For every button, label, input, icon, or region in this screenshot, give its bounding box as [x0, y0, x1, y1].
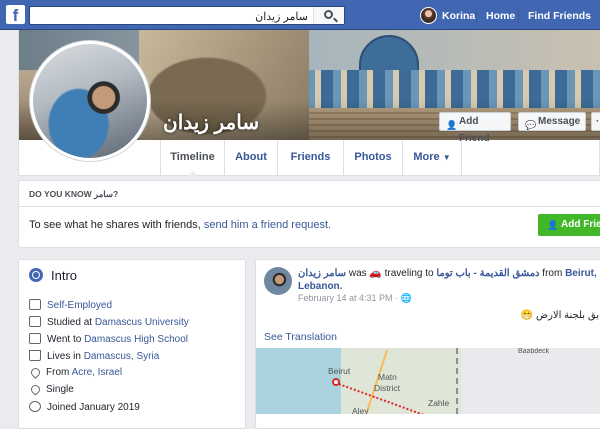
profile-header: سامر زيدان 👤Add Friend 💬Message ··· Time… [18, 30, 600, 177]
profile-picture[interactable] [29, 40, 151, 162]
messenger-icon: 💬 [525, 120, 537, 130]
travel-map[interactable]: Beirut Matn District Baabdeck Zahle Aley [256, 348, 600, 414]
map-label-aley: Aley [352, 406, 369, 414]
friend-request-prompt: To see what he shares with friends, send… [29, 219, 332, 231]
post-timestamp[interactable]: February 14 at 4:31 PM · 🌐 [298, 293, 412, 304]
clock-icon [29, 401, 41, 412]
tab-about[interactable]: About [224, 140, 277, 176]
post-author-avatar[interactable] [264, 267, 292, 295]
tab-photos[interactable]: Photos [343, 140, 402, 176]
do-you-know-card: DO YOU KNOW سامر? To see what he shares … [18, 180, 600, 248]
map-label-zahle: Zahle [428, 398, 450, 408]
map-label-district: District [374, 383, 400, 393]
tab-more[interactable]: More ▼ [402, 140, 462, 176]
post-author-link[interactable]: سامر زيدان [298, 268, 346, 279]
intro-current-city: Lives in Damascus, Syria [29, 350, 159, 362]
graduation-cap-icon [29, 333, 41, 344]
add-friend-green-button[interactable]: 👤Add Friend [538, 214, 600, 236]
map-label-baabdeck: Baabdeck [518, 348, 550, 355]
briefcase-icon [29, 299, 41, 310]
intro-joined: Joined January 2019 [29, 401, 140, 413]
top-navigation-bar: f سامر زيدان Korina Home Find Friends [0, 0, 600, 30]
intro-title: Intro [29, 268, 77, 283]
user-avatar[interactable] [420, 7, 437, 24]
map-marker-icon [332, 378, 340, 386]
intro-high-school: Went to Damascus High School [29, 333, 188, 345]
message-button[interactable]: 💬 Message [518, 112, 586, 131]
privacy-globe-icon: 🌐 [400, 293, 412, 303]
location-pin-icon [29, 366, 42, 379]
post-from-place-link[interactable]: دمشق القديمة - باب توما [436, 268, 539, 279]
facebook-logo-icon[interactable]: f [6, 5, 25, 24]
search-button[interactable] [313, 7, 344, 24]
search-query-text[interactable]: سامر زيدان [255, 10, 308, 23]
do-you-know-title: DO YOU KNOW سامر? [29, 189, 119, 199]
dropdown-arrow-icon: ▼ [442, 153, 451, 162]
house-icon [29, 350, 41, 361]
intro-university: Studied at Damascus University [29, 316, 189, 328]
search-icon [324, 10, 333, 19]
heart-icon [29, 383, 42, 396]
nav-divider [476, 7, 477, 23]
post-text: بق بلجنة الارض 😁 [520, 310, 599, 321]
profile-name: سامر زيدان [163, 112, 260, 134]
tab-timeline[interactable]: Timeline [160, 140, 224, 177]
globe-icon [29, 268, 43, 282]
home-link[interactable]: Home [486, 10, 515, 22]
car-icon: 🚗 [369, 268, 382, 279]
post-header: سامر زيدان was 🚗 traveling to دمشق القدي… [298, 268, 597, 279]
tab-friends[interactable]: Friends [277, 140, 343, 176]
add-person-icon: 👤 [547, 220, 559, 230]
nav-divider [518, 7, 519, 23]
add-friend-button[interactable]: 👤 Add Friend [439, 112, 511, 144]
graduation-cap-icon [29, 316, 41, 327]
intro-work: Self-Employed [29, 299, 112, 311]
intro-card: Intro Self-Employed Studied at Damascus … [18, 259, 246, 429]
post-to-place-link-2[interactable]: Lebanon. [298, 281, 342, 292]
add-person-icon: 👤 [446, 120, 458, 130]
post-to-place-link[interactable]: Beirut, [565, 268, 597, 279]
post-header-line-2: Lebanon. [298, 281, 342, 292]
intro-hometown: From Acre, Israel [29, 366, 122, 379]
send-friend-request-link[interactable]: send him a friend request. [204, 219, 331, 231]
find-friends-link[interactable]: Find Friends [528, 10, 591, 22]
map-label-matn: Matn [378, 372, 397, 382]
search-input[interactable]: سامر زيدان [29, 6, 345, 25]
map-label-beirut: Beirut [328, 366, 351, 376]
timeline-post: سامر زيدان was 🚗 traveling to دمشق القدي… [255, 259, 600, 429]
see-translation-link[interactable]: See Translation [264, 331, 337, 343]
more-options-button[interactable]: ··· [591, 112, 600, 131]
user-profile-link[interactable]: Korina [442, 10, 475, 22]
intro-relationship: Single [29, 383, 74, 396]
